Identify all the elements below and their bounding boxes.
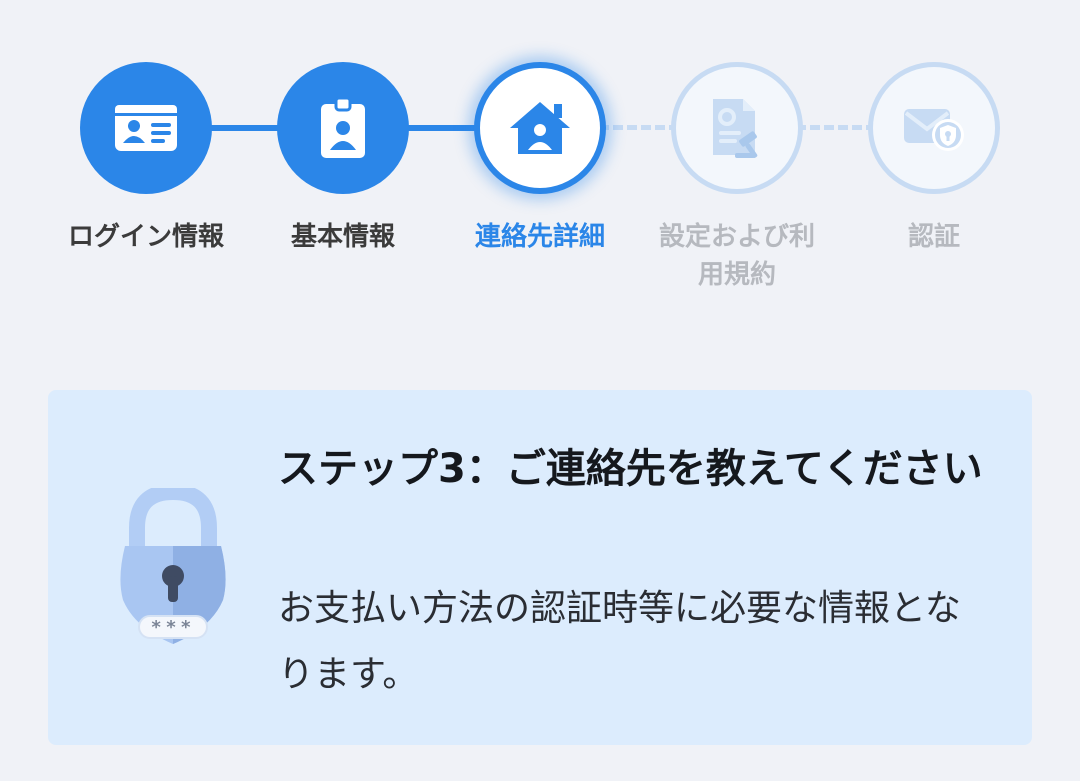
- step-connector-completed: [205, 125, 285, 131]
- step-label-settings-terms: 設定および利用規約: [658, 222, 815, 290]
- progress-stepper: ログイン情報 基本情報 連絡先詳細 設定および利用規約 認証: [0, 0, 1080, 330]
- home-user-icon: [510, 102, 570, 154]
- step-verification[interactable]: [868, 62, 1000, 194]
- step-connector-completed: [402, 125, 482, 131]
- step-title: ステップ3：ご連絡先を教えてください: [278, 446, 983, 492]
- settings-document-icon: [713, 99, 758, 158]
- step-basic-info[interactable]: [277, 62, 409, 194]
- step-description: お支払い方法の認証時等に必要な情報となります。: [278, 588, 961, 695]
- step-label-login-info: ログイン情報: [67, 222, 224, 252]
- step-settings-terms[interactable]: [671, 62, 803, 194]
- step-label-contact-details: 連絡先詳細: [474, 222, 605, 252]
- step-label-verification: 認証: [907, 222, 960, 252]
- step-info-card: *** ステップ3：ご連絡先を教えてください お支払い方法の認証時等に必要な情報…: [48, 390, 1032, 745]
- step-contact-details[interactable]: [474, 62, 606, 194]
- padlock-password-icon: ***: [120, 488, 226, 644]
- step-label-basic-info: 基本情報: [290, 222, 395, 252]
- id-badge-icon: [321, 96, 365, 158]
- password-mask-text: ***: [151, 617, 196, 638]
- step-connector-pending: [599, 125, 679, 130]
- mail-shield-icon: [904, 109, 964, 151]
- step-login-info[interactable]: [80, 62, 212, 194]
- id-card-icon: [115, 105, 177, 151]
- step-connector-pending: [796, 125, 876, 130]
